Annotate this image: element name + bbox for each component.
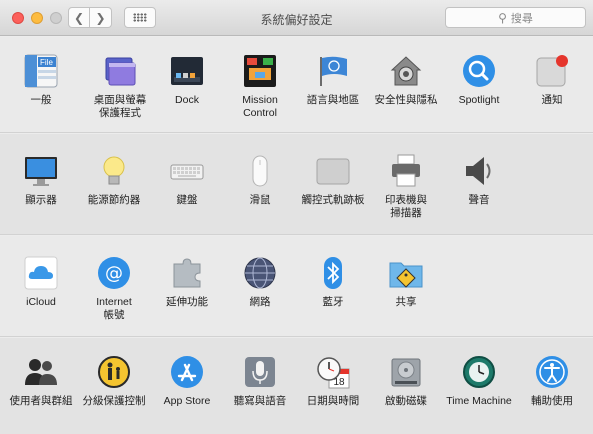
- pane-label: 桌面與螢幕 保護程式: [93, 94, 147, 119]
- accessibility-icon: [535, 355, 569, 389]
- trackpad-icon: [316, 154, 350, 188]
- pane-label: 語言與地區: [306, 94, 360, 106]
- app-store-icon: [170, 355, 204, 389]
- lightbulb-icon: [97, 154, 131, 188]
- pane-label: 使用者與群組: [9, 395, 73, 407]
- pane-label: 聽寫與語音: [233, 395, 287, 407]
- pane-sound[interactable]: 聲音: [444, 154, 514, 207]
- speaker-icon: [462, 154, 496, 188]
- desktop-screensaver-icon: [103, 54, 137, 88]
- display-icon: [24, 154, 58, 188]
- general-icon: File: [24, 54, 58, 88]
- pane-label: 一般: [30, 94, 52, 106]
- pane-dictation-speech[interactable]: 聽寫與語音: [225, 355, 295, 408]
- pane-label: Time Machine: [446, 395, 512, 407]
- pane-parental-controls[interactable]: 分級保護控制: [79, 355, 149, 408]
- clock-calendar-icon: 18: [316, 355, 350, 389]
- dock-icon: [170, 54, 204, 88]
- search-icon: ⚲: [498, 10, 507, 25]
- pane-mouse[interactable]: 滑鼠: [225, 154, 295, 207]
- flag-icon: [316, 54, 350, 88]
- pane-label: 安全性與隱私: [374, 94, 438, 106]
- title-bar: ❮ ❯ 系統偏好設定 ⚲ 搜尋: [0, 0, 593, 36]
- pane-mission-control[interactable]: Mission Control: [225, 54, 295, 120]
- pane-time-machine[interactable]: Time Machine: [444, 355, 514, 408]
- printer-icon: [389, 154, 423, 188]
- pane-label: 鍵盤: [176, 194, 198, 206]
- pane-security-privacy[interactable]: 安全性與隱私: [371, 54, 441, 107]
- icloud-icon: [24, 256, 58, 290]
- pane-energy-saver[interactable]: 能源節約器: [79, 154, 149, 207]
- pane-network[interactable]: 網路: [225, 256, 295, 309]
- pane-dock[interactable]: Dock: [152, 54, 222, 107]
- mission-control-icon: [243, 54, 277, 88]
- bluetooth-icon: [316, 256, 350, 290]
- pane-trackpad[interactable]: 觸控式軌跡板: [298, 154, 368, 207]
- pane-date-time[interactable]: 18 日期與時間: [298, 355, 368, 408]
- pane-label: 啟動磁碟: [385, 395, 427, 407]
- pane-label: iCloud: [26, 296, 56, 308]
- house-lock-icon: [389, 54, 423, 88]
- pane-keyboard[interactable]: 鍵盤: [152, 154, 222, 207]
- pane-label: 藍牙: [322, 296, 344, 308]
- pane-label: Dock: [175, 94, 199, 106]
- pane-notifications[interactable]: 通知: [517, 54, 587, 107]
- keyboard-icon: [170, 154, 204, 188]
- pane-label: 觸控式軌跡板: [301, 194, 365, 206]
- sharing-folder-icon: [389, 256, 423, 290]
- pane-printers-scanners[interactable]: 印表機與 掃描器: [371, 154, 441, 220]
- pane-sharing[interactable]: 共享: [371, 256, 441, 309]
- svg-text:File: File: [40, 58, 53, 67]
- pane-label: 延伸功能: [166, 296, 208, 308]
- pane-label: 日期與時間: [306, 395, 360, 407]
- pane-desktop-screensaver[interactable]: 桌面與螢幕 保護程式: [85, 54, 155, 120]
- pane-label: 輔助使用: [531, 395, 573, 407]
- pane-general[interactable]: File 一般: [6, 54, 76, 107]
- microphone-icon: [243, 355, 277, 389]
- pane-label: 顯示器: [25, 194, 57, 206]
- pane-label: Mission Control: [242, 94, 278, 119]
- pane-spotlight[interactable]: Spotlight: [444, 54, 514, 107]
- puzzle-icon: [170, 256, 204, 290]
- time-machine-icon: [462, 355, 496, 389]
- pane-label: Spotlight: [458, 94, 500, 106]
- pane-label: 能源節約器: [87, 194, 141, 206]
- pane-label: 聲音: [468, 194, 490, 206]
- parental-controls-icon: [97, 355, 131, 389]
- pane-label: 印表機與 掃描器: [385, 194, 427, 219]
- pane-label: 滑鼠: [249, 194, 271, 206]
- pane-bluetooth[interactable]: 藍牙: [298, 256, 368, 309]
- notifications-icon: [535, 54, 569, 88]
- pane-users-groups[interactable]: 使用者與群組: [6, 355, 76, 408]
- pane-accessibility[interactable]: 輔助使用: [517, 355, 587, 408]
- mouse-icon: [243, 154, 277, 188]
- pane-icloud[interactable]: iCloud: [6, 256, 76, 309]
- spotlight-icon: [462, 54, 496, 88]
- at-sign-icon: @: [97, 256, 131, 290]
- globe-icon: [243, 256, 277, 290]
- pane-app-store[interactable]: App Store: [152, 355, 222, 408]
- search-field[interactable]: ⚲ 搜尋: [445, 7, 586, 28]
- svg-text:@: @: [105, 263, 123, 284]
- pane-label: 共享: [395, 296, 417, 308]
- users-icon: [24, 355, 58, 389]
- pane-label: 分級保護控制: [82, 395, 146, 407]
- pane-label: 通知: [541, 94, 563, 106]
- pane-label: Internet 帳號: [96, 296, 132, 321]
- pane-internet-accounts[interactable]: @ Internet 帳號: [79, 256, 149, 322]
- hard-disk-icon: [389, 355, 423, 389]
- pane-label: App Store: [163, 395, 211, 407]
- pane-language-region[interactable]: 語言與地區: [298, 54, 368, 107]
- pane-extensions[interactable]: 延伸功能: [152, 256, 222, 309]
- pane-startup-disk[interactable]: 啟動磁碟: [371, 355, 441, 408]
- pane-displays[interactable]: 顯示器: [6, 154, 76, 207]
- pane-label: 網路: [249, 296, 271, 308]
- search-placeholder: 搜尋: [510, 12, 533, 25]
